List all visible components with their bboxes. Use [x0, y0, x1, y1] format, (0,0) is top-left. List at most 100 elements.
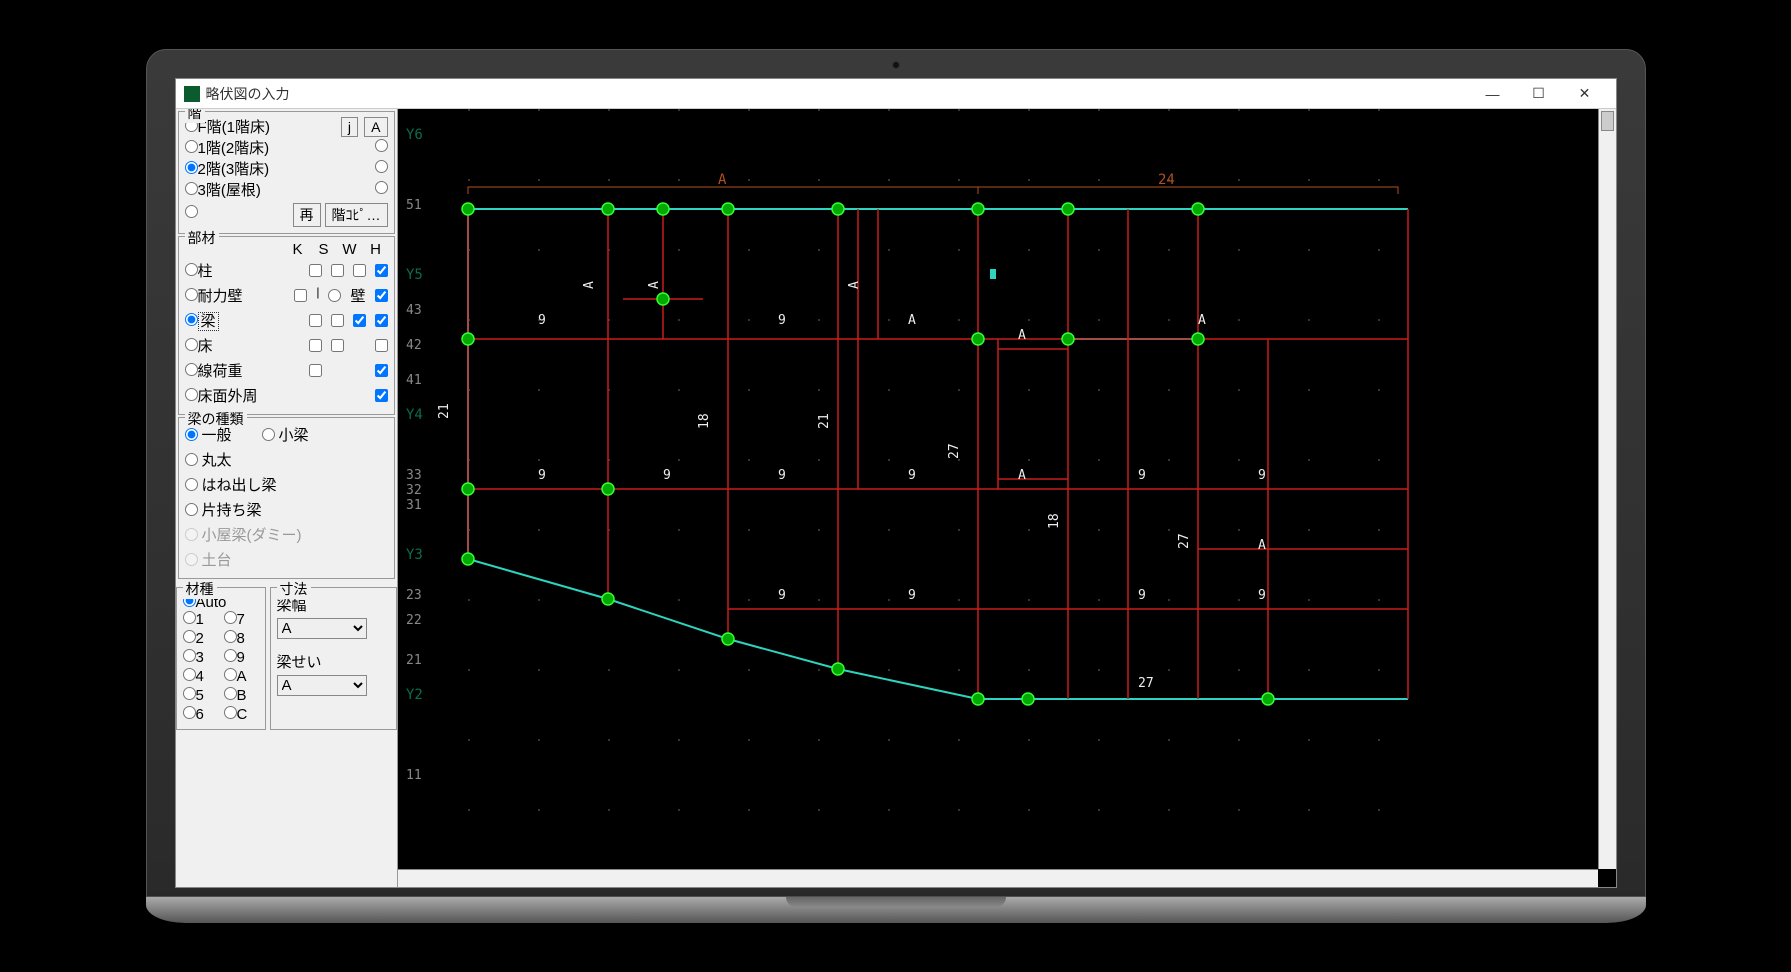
close-button[interactable]: ✕ [1562, 80, 1608, 108]
floor-right-radio-1[interactable] [375, 139, 388, 152]
floor-re-button[interactable]: 再 [293, 203, 321, 227]
beam-height-label: 梁せい [277, 651, 390, 672]
member-3-s[interactable] [331, 339, 344, 352]
material-7[interactable]: 7 [224, 611, 259, 628]
maximize-button[interactable]: ☐ [1516, 80, 1562, 108]
svg-text:41: 41 [406, 373, 422, 388]
floor-copy-button[interactable]: 階ｺﾋﾟ… [325, 203, 388, 227]
svg-text:9: 9 [778, 588, 786, 603]
svg-text:A: A [1018, 328, 1026, 343]
member-group: 部材 K S W H 柱 [178, 236, 395, 415]
floor-option-2[interactable]: 2階(3階床) [185, 158, 270, 179]
svg-text:23: 23 [406, 588, 422, 603]
member-row-4[interactable]: 線荷重 [185, 360, 243, 381]
app-icon [184, 86, 200, 102]
material-legend: 材種 [183, 579, 217, 599]
member-2-w[interactable] [353, 314, 366, 327]
member-row-5[interactable]: 床面外周 [185, 385, 258, 406]
material-A[interactable]: A [224, 668, 259, 685]
member-5-h[interactable] [375, 389, 388, 402]
beam-type-0[interactable]: 一般 [185, 424, 232, 445]
horizontal-scrollbar[interactable] [398, 869, 1598, 887]
drawing-canvas[interactable]: Y6 Y5 Y4 Y3 Y2 51 43 42 41 33 32 31 23 2… [398, 109, 1616, 887]
material-8[interactable]: 8 [224, 630, 259, 647]
beam-type-1[interactable]: 小梁 [262, 424, 309, 445]
floor-option-3[interactable]: 3階(屋根) [185, 179, 261, 200]
svg-text:A: A [1198, 313, 1206, 328]
svg-text:Y3: Y3 [406, 547, 423, 563]
beam-type-5: 小屋梁(ダミー) [185, 524, 302, 545]
svg-text:27: 27 [1177, 533, 1192, 549]
laptop-base [146, 897, 1646, 923]
member-0-h[interactable] [375, 264, 388, 277]
beam-width-select[interactable]: A [277, 618, 367, 639]
svg-text:27: 27 [947, 443, 962, 459]
svg-text:21: 21 [437, 403, 452, 419]
member-1-wall-radio[interactable] [328, 285, 341, 306]
svg-text:9: 9 [1258, 588, 1266, 603]
material-3[interactable]: 3 [183, 649, 218, 666]
svg-text:24: 24 [1158, 172, 1175, 188]
svg-text:9: 9 [1138, 588, 1146, 603]
member-0-s[interactable] [331, 264, 344, 277]
member-2-h[interactable] [375, 314, 388, 327]
beam-type-2[interactable]: 丸太 [185, 449, 232, 470]
beam-type-6: 土台 [185, 549, 232, 570]
material-5[interactable]: 5 [183, 687, 218, 704]
svg-text:A: A [582, 281, 597, 289]
svg-text:31: 31 [406, 498, 422, 513]
laptop-camera [892, 61, 900, 69]
svg-text:9: 9 [1138, 468, 1146, 483]
floor-a-button[interactable]: A [364, 117, 387, 137]
floor-option-1[interactable]: 1階(2階床) [185, 137, 270, 158]
member-1-h[interactable] [375, 285, 388, 306]
member-3-k[interactable] [309, 339, 322, 352]
dimension-group: 寸法 梁幅 A 梁せい A [270, 587, 397, 730]
svg-text:A: A [1258, 538, 1266, 553]
member-1-k[interactable] [294, 285, 307, 306]
member-2-s[interactable] [331, 314, 344, 327]
material-B[interactable]: B [224, 687, 259, 704]
member-row-1[interactable]: 耐力壁 [185, 285, 243, 306]
beam-type-group: 梁の種類 一般 小梁 丸太 はね出し梁 片持ち梁 小屋梁(ダミー) 土台 [178, 417, 395, 579]
floor-right-radio-2[interactable] [375, 160, 388, 173]
member-0-k[interactable] [309, 264, 322, 277]
minimize-button[interactable]: — [1470, 80, 1516, 108]
member-2-k[interactable] [309, 314, 322, 327]
member-3-h[interactable] [375, 339, 388, 352]
material-4[interactable]: 4 [183, 668, 218, 685]
member-legend: 部材 [185, 228, 219, 248]
vertical-scrollbar[interactable] [1598, 109, 1616, 869]
member-row-2[interactable]: 梁 [185, 310, 219, 331]
svg-text:42: 42 [406, 338, 422, 353]
floor-right-radio-3[interactable] [375, 181, 388, 194]
beam-height-select[interactable]: A [277, 675, 367, 696]
floor-legend: 階 [185, 109, 205, 123]
material-C[interactable]: C [224, 706, 259, 723]
floor-j-button[interactable]: j [341, 117, 358, 137]
svg-text:11: 11 [406, 768, 422, 783]
svg-text:Y6: Y6 [406, 127, 423, 143]
svg-text:18: 18 [697, 413, 712, 429]
floor-option-blank[interactable] [185, 205, 198, 222]
member-0-w[interactable] [353, 264, 366, 277]
member-col-h: H [368, 241, 384, 258]
material-1[interactable]: 1 [183, 611, 218, 628]
svg-text:9: 9 [663, 468, 671, 483]
material-2[interactable]: 2 [183, 630, 218, 647]
svg-text:21: 21 [817, 413, 832, 429]
svg-text:Y4: Y4 [406, 407, 423, 423]
material-9[interactable]: 9 [224, 649, 259, 666]
drawing-svg: Y6 Y5 Y4 Y3 Y2 51 43 42 41 33 32 31 23 2… [398, 109, 1418, 869]
beam-type-4[interactable]: 片持ち梁 [185, 499, 262, 520]
member-4-h[interactable] [375, 364, 388, 377]
member-row-3[interactable]: 床 [185, 335, 213, 356]
svg-text:18: 18 [1047, 513, 1062, 529]
member-row-0[interactable]: 柱 [185, 260, 213, 281]
app-window: 略伏図の入力 — ☐ ✕ 階 F階(1階床) j [175, 78, 1617, 888]
beam-type-3[interactable]: はね出し梁 [185, 474, 277, 495]
svg-text:A: A [1018, 468, 1026, 483]
svg-text:43: 43 [406, 303, 422, 318]
member-4-k[interactable] [309, 364, 322, 377]
material-6[interactable]: 6 [183, 706, 218, 723]
